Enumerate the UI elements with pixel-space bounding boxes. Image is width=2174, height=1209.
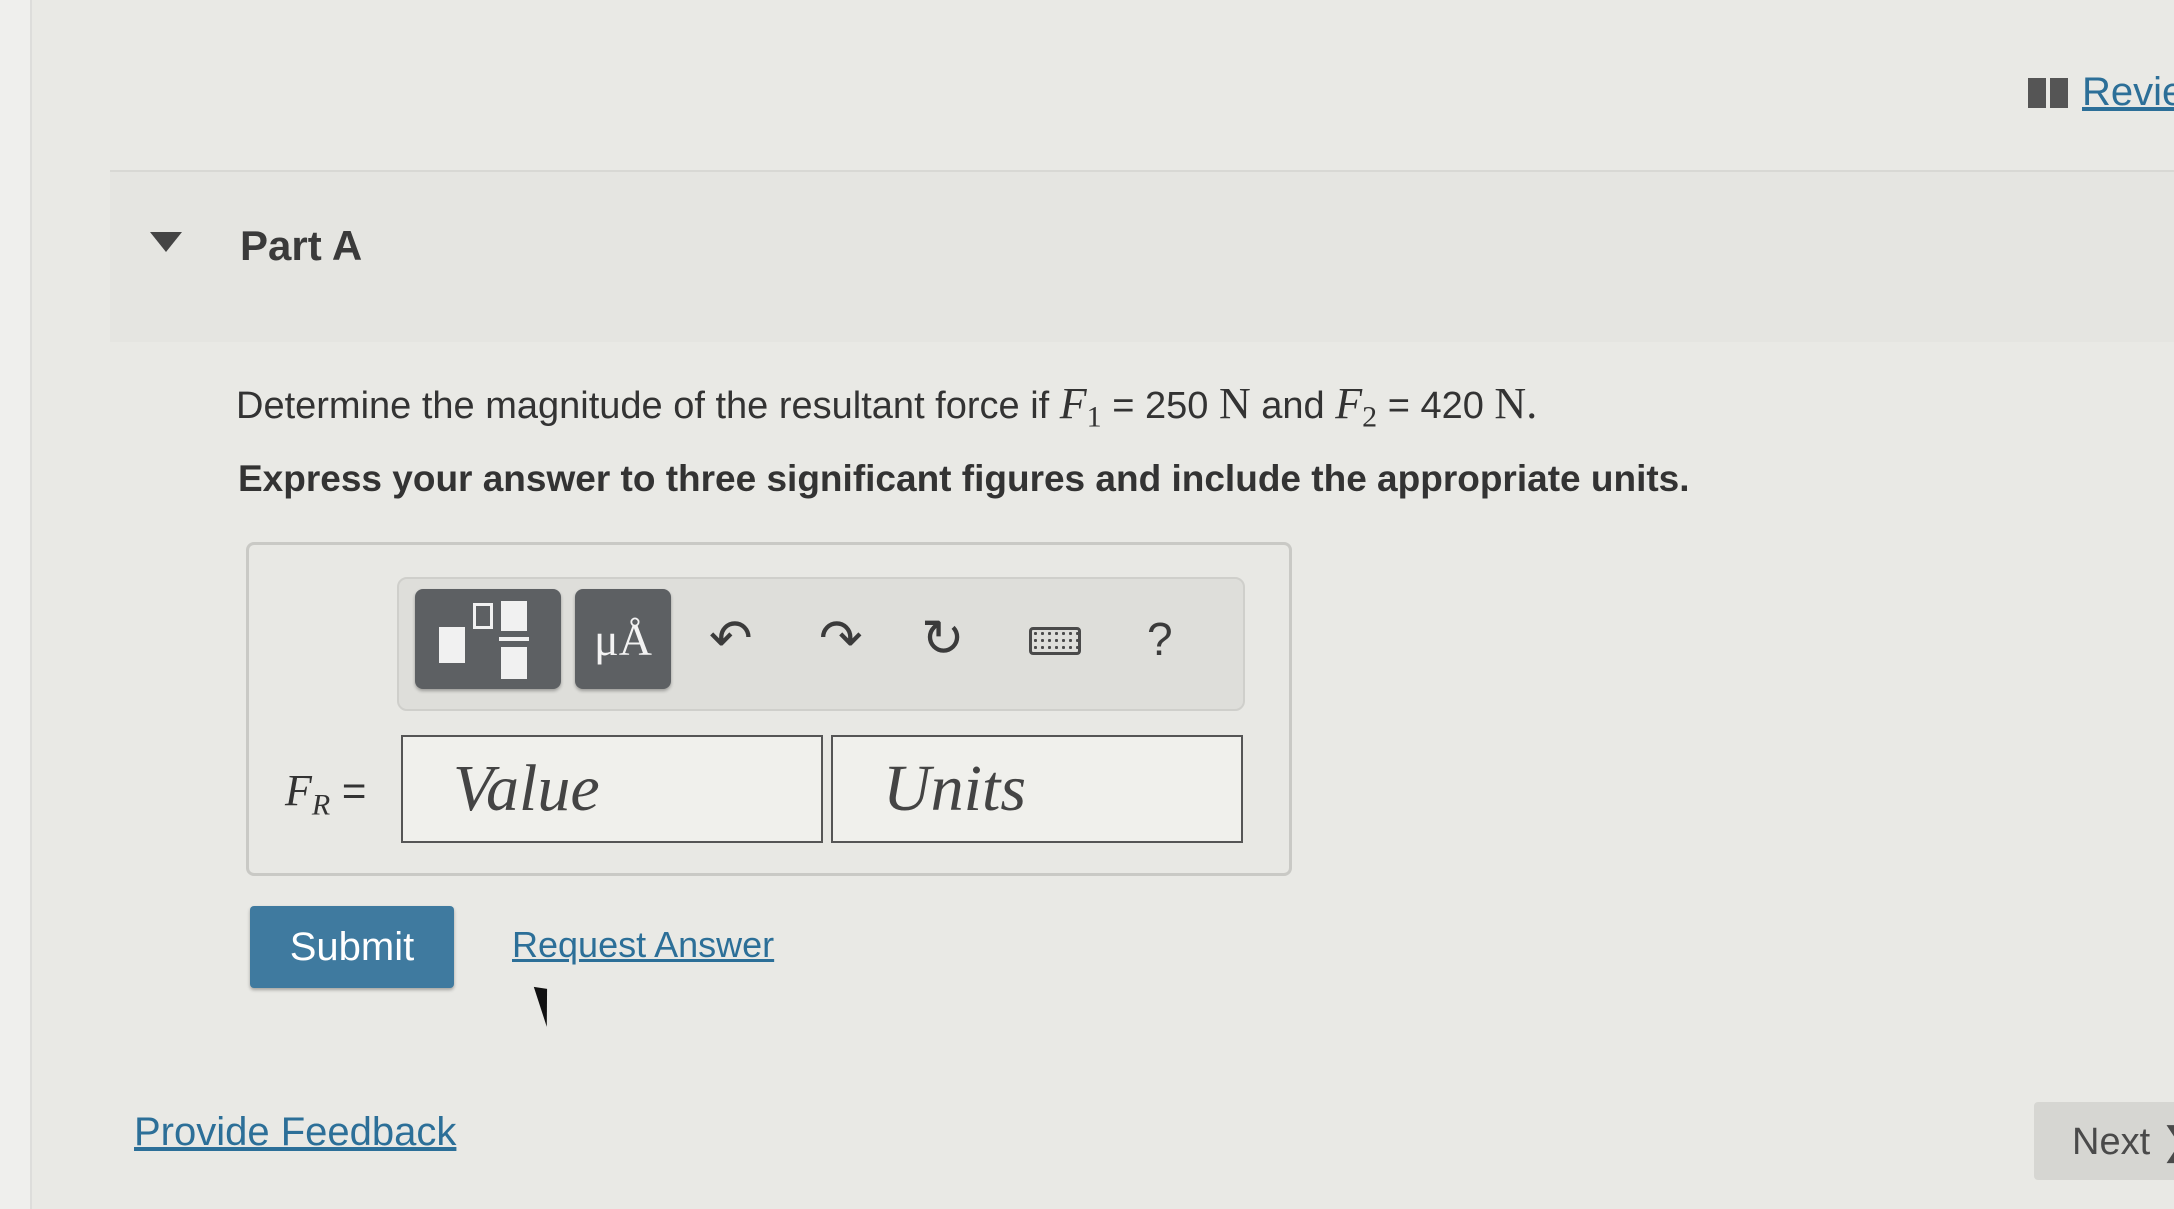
question-text: Determine the magnitude of the resultant… (236, 378, 1537, 435)
help-icon[interactable]: ? (1147, 609, 1173, 669)
f2-subscript: 2 (1362, 400, 1378, 434)
units-button[interactable]: μÅ (575, 589, 671, 689)
part-title: Part A (240, 222, 363, 269)
variable-subscript: R (311, 788, 331, 822)
answer-box: μÅ ↶ ↷ ↻ ? FR = Value Units (246, 542, 1292, 876)
redo-icon[interactable]: ↷ (819, 609, 863, 669)
request-answer-link[interactable]: Request Answer (512, 924, 774, 966)
instruction-text: Express your answer to three significant… (238, 458, 1690, 499)
reset-icon[interactable]: ↻ (921, 609, 965, 669)
answer-variable-label: FR = (285, 765, 366, 822)
book-icon (2028, 77, 2068, 108)
question-conjunction: and (1250, 385, 1336, 427)
math-toolbar: μÅ ↶ ↷ ↻ ? (397, 577, 1245, 711)
next-button[interactable]: Next ❯ (2034, 1102, 2174, 1180)
provide-feedback-link[interactable]: Provide Feedback (134, 1110, 456, 1155)
undo-icon[interactable]: ↶ (709, 609, 753, 669)
question-end: . (1526, 379, 1538, 428)
templates-button[interactable] (415, 589, 561, 689)
caret-down-icon[interactable] (150, 232, 182, 252)
f2-unit: N (1494, 379, 1527, 428)
submit-button[interactable]: Submit (250, 906, 454, 988)
units-input[interactable]: Units (831, 735, 1243, 843)
f1-symbol: F (1059, 379, 1087, 428)
variable-equals: = (330, 767, 367, 814)
keyboard-icon[interactable] (1029, 627, 1081, 655)
value-input[interactable]: Value (401, 735, 823, 843)
cursor-icon (533, 983, 559, 1027)
variable-symbol: F (285, 766, 312, 815)
f1-unit: N (1218, 379, 1251, 428)
question-prefix: Determine the magnitude of the resultant… (236, 385, 1060, 427)
f2-equals: = 420 (1377, 385, 1495, 427)
f1-subscript: 1 (1086, 400, 1102, 434)
f2-symbol: F (1335, 379, 1363, 428)
f1-equals: = 250 (1101, 385, 1219, 427)
part-header[interactable]: Part A (110, 170, 2174, 342)
review-label[interactable]: Revie (2082, 70, 2174, 115)
left-edge-panel (0, 0, 32, 1209)
review-link[interactable]: Revie (2028, 70, 2174, 115)
